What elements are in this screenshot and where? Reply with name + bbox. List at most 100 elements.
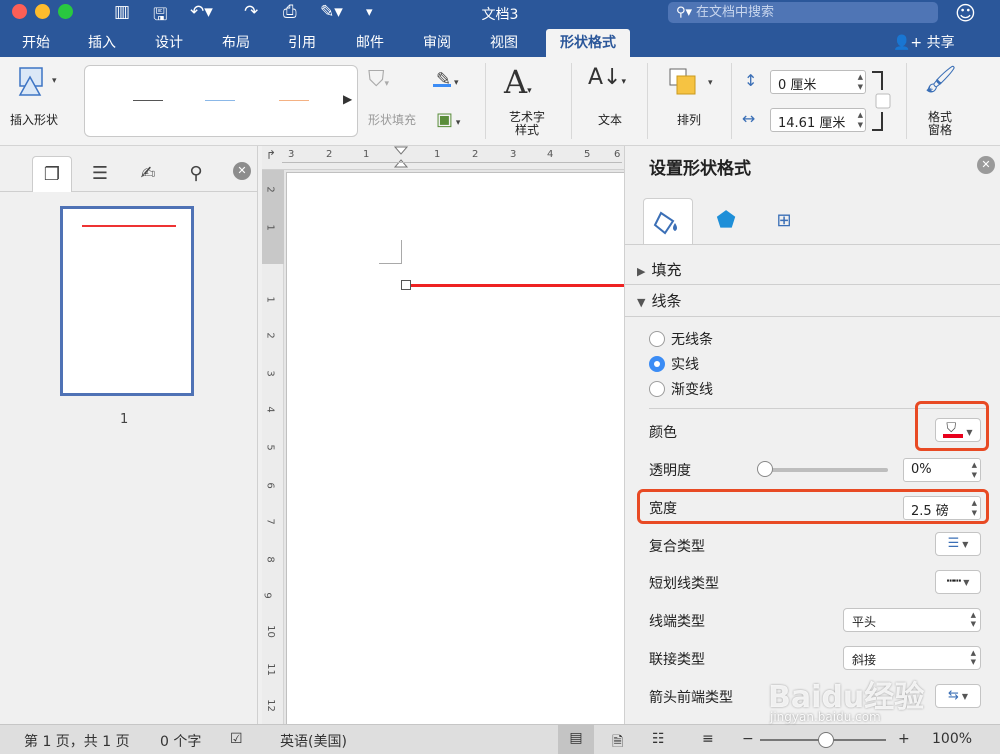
horizontal-ruler[interactable]: ↱ 3 2 1 1 2 3 4 5 6 bbox=[262, 146, 624, 170]
ribbon-divider bbox=[731, 63, 732, 139]
page-thumbnail[interactable] bbox=[60, 206, 194, 396]
ruler-number: 5 bbox=[264, 444, 276, 451]
selected-line-shape[interactable] bbox=[406, 284, 624, 287]
lock-aspect-ratio-icon[interactable] bbox=[868, 70, 898, 132]
transparency-stepper[interactable]: ▲ ▼ bbox=[972, 460, 977, 480]
shape-style-gallery[interactable]: ▶ bbox=[84, 65, 358, 137]
ribbon-divider bbox=[647, 63, 648, 139]
tab-stop-icon[interactable]: ↱ bbox=[266, 148, 276, 162]
radio-gradient-line[interactable] bbox=[649, 381, 665, 397]
tab-insert[interactable]: 插入 bbox=[88, 32, 116, 52]
radio-solid-line[interactable] bbox=[649, 356, 665, 372]
close-format-pane-icon[interactable]: ✕ bbox=[977, 156, 995, 174]
find-tab-icon[interactable]: ⚲ bbox=[176, 156, 216, 192]
search-input[interactable]: ⚲▾ 在文档中搜索 bbox=[668, 2, 938, 23]
tab-layout[interactable]: 布局 bbox=[222, 32, 250, 52]
line-section-header[interactable]: ▼ 线条 bbox=[637, 290, 681, 311]
cap-type-value: 平头 bbox=[852, 615, 877, 629]
format-pane-icon[interactable]: 🖌 bbox=[924, 65, 957, 95]
shape-width-icon: ↔ bbox=[742, 109, 756, 128]
transparency-slider[interactable] bbox=[763, 468, 888, 472]
gradient-line-option[interactable]: 渐变线 bbox=[649, 379, 713, 399]
width-highlight-box bbox=[637, 489, 989, 524]
transparency-slider-knob[interactable] bbox=[757, 461, 773, 477]
fill-section-header[interactable]: ▶ 填充 bbox=[637, 259, 681, 280]
outline-tab-icon[interactable]: ☰ bbox=[80, 156, 120, 192]
ruler-number: 3 bbox=[264, 370, 276, 377]
zoom-level[interactable]: 100% bbox=[932, 731, 972, 747]
text-direction-icon[interactable]: A↓▾ bbox=[588, 65, 626, 90]
page-count-status[interactable]: 第 1 页，共 1 页 bbox=[24, 731, 130, 751]
vertical-ruler[interactable]: 2 1 1 2 3 4 5 6 7 8 9 10 11 12 bbox=[262, 170, 284, 724]
shape-height-input[interactable]: 0 厘米 ▲ ▼ bbox=[770, 70, 866, 94]
line-style-1[interactable] bbox=[133, 100, 163, 101]
shape-height-value: 0 厘米 bbox=[778, 78, 817, 93]
zoom-out-button[interactable]: − bbox=[742, 731, 754, 747]
pane-divider bbox=[625, 284, 1000, 285]
radio-no-line[interactable] bbox=[649, 331, 665, 347]
wordart-style-icon[interactable]: A▾ bbox=[504, 63, 532, 101]
insert-shape-button[interactable]: ▾ bbox=[10, 65, 60, 101]
shape-width-input[interactable]: 14.61 厘米 ▲ ▼ bbox=[770, 108, 866, 132]
tab-view[interactable]: 视图 bbox=[490, 32, 518, 52]
dash-type-picker[interactable]: ┅┅ ▼ bbox=[935, 570, 981, 594]
join-type-select[interactable]: 斜接 ▲ ▼ bbox=[843, 646, 981, 670]
document-page[interactable] bbox=[286, 172, 624, 724]
shape-fill-icon[interactable]: ⛉▾ bbox=[368, 67, 418, 101]
cap-type-select[interactable]: 平头 ▲ ▼ bbox=[843, 608, 981, 632]
review-tab-icon[interactable]: ✍ bbox=[128, 156, 168, 192]
indent-marker-icon[interactable] bbox=[394, 146, 408, 170]
draft-view-icon[interactable]: ≡ bbox=[702, 731, 714, 747]
wordart-style-button[interactable]: 艺术字 样式 bbox=[497, 111, 557, 137]
line-style-3[interactable] bbox=[279, 100, 309, 101]
share-button[interactable]: 👤+ 共享 bbox=[893, 32, 955, 52]
tab-mailings[interactable]: 邮件 bbox=[356, 32, 384, 52]
shape-fill-label: 形状填充 bbox=[367, 113, 416, 127]
print-layout-view-icon[interactable]: ▤ bbox=[558, 725, 594, 754]
tab-review[interactable]: 审阅 bbox=[423, 32, 451, 52]
arrange-label: 排列 bbox=[676, 113, 701, 127]
line-resize-handle[interactable] bbox=[401, 280, 411, 290]
shape-width-stepper[interactable]: ▲ ▼ bbox=[858, 110, 863, 130]
compound-type-picker[interactable]: ☰ ▼ bbox=[935, 532, 981, 556]
zoom-slider-knob[interactable] bbox=[818, 732, 834, 748]
no-line-option[interactable]: 无线条 bbox=[649, 329, 713, 349]
color-label: 颜色 bbox=[649, 425, 677, 441]
tab-home[interactable]: 开始 bbox=[22, 32, 50, 52]
ruler-number: 2 bbox=[264, 186, 276, 193]
search-placeholder: 在文档中搜索 bbox=[696, 5, 775, 20]
arrow-icon: ⇆ bbox=[947, 688, 959, 703]
layout-properties-tab-icon[interactable]: ⊞ bbox=[759, 198, 809, 244]
solid-line-option[interactable]: 实线 bbox=[649, 354, 699, 374]
fill-section-label: 填充 bbox=[651, 261, 682, 279]
tab-shape-format[interactable]: 形状格式 bbox=[546, 29, 630, 57]
wordart-label-line2: 样式 bbox=[514, 123, 539, 137]
word-count-status[interactable]: 0 个字 bbox=[160, 731, 201, 751]
shape-width-value: 14.61 厘米 bbox=[778, 116, 846, 131]
gallery-more-icon[interactable]: ▶ bbox=[343, 92, 352, 106]
transparency-input[interactable]: 0% ▲ ▼ bbox=[903, 458, 981, 482]
expand-triangle-icon: ▶ bbox=[637, 265, 646, 278]
effects-tab-icon[interactable]: ⬟ bbox=[701, 198, 751, 244]
arrow-begin-type-picker[interactable]: ⇆ ▼ bbox=[935, 684, 981, 708]
outline-view-icon[interactable]: ☷ bbox=[652, 731, 665, 747]
zoom-in-button[interactable]: + bbox=[898, 731, 910, 747]
web-layout-view-icon[interactable]: 🗎 bbox=[612, 731, 623, 754]
shape-effects-icon[interactable]: ▣ ▾ bbox=[436, 109, 460, 130]
fill-line-tab-icon[interactable] bbox=[643, 198, 693, 244]
arrange-icon[interactable]: ▾ bbox=[668, 67, 716, 101]
line-style-2[interactable] bbox=[205, 100, 235, 101]
close-nav-pane-icon[interactable]: ✕ bbox=[233, 162, 251, 180]
feedback-smiley-icon[interactable]: ☺ bbox=[955, 1, 976, 25]
shape-outline-icon[interactable]: ✎ ▾ bbox=[433, 69, 458, 90]
navigation-pane: ❐ ☰ ✍ ⚲ ✕ 1 bbox=[0, 146, 258, 724]
language-status[interactable]: 英语(美国) bbox=[280, 731, 347, 751]
tab-design[interactable]: 设计 bbox=[155, 32, 183, 52]
shape-height-stepper[interactable]: ▲ ▼ bbox=[858, 72, 863, 92]
compound-type-label: 复合类型 bbox=[649, 539, 705, 555]
tab-references[interactable]: 引用 bbox=[288, 32, 316, 52]
thumbnails-tab-icon[interactable]: ❐ bbox=[32, 156, 72, 192]
select-arrows-icon: ▲ ▼ bbox=[970, 649, 976, 666]
proofing-icon[interactable]: ☑ bbox=[230, 731, 243, 747]
format-pane-button[interactable]: 格式 窗格 bbox=[912, 111, 968, 137]
